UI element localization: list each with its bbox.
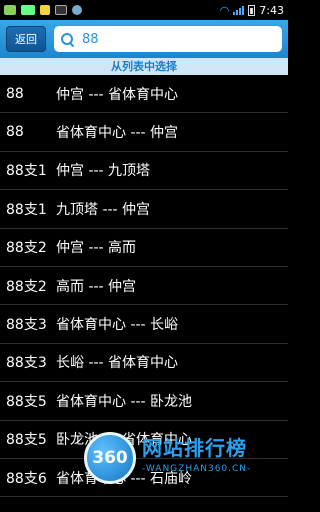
route-direction: 省体育中心 --- 石庙岭 [56, 470, 193, 487]
status-bar: ◠ 7:43 [0, 0, 288, 20]
route-number: 88支1 [6, 163, 47, 180]
list-item[interactable]: 88支2 高而 --- 仲宫 [0, 267, 288, 306]
toolbar: 返回 [0, 20, 288, 58]
search-input[interactable] [82, 31, 262, 47]
clock: 7:43 [259, 3, 284, 17]
list-item[interactable]: 88支3 长峪 --- 省体育中心 [0, 344, 288, 383]
battery-app-icon [21, 5, 35, 15]
list-item[interactable]: 88 省体育中心 --- 仲宫 [0, 113, 288, 152]
route-number: 88支3 [6, 317, 47, 334]
search-icon [60, 32, 74, 46]
list-item[interactable]: 88支5 省体育中心 --- 卧龙池 [0, 382, 288, 421]
list-item[interactable]: 88支5 卧龙池 --- 省体育中心 [0, 421, 288, 459]
route-direction: 长峪 --- 省体育中心 [56, 355, 179, 372]
notification-icon [4, 5, 16, 15]
list-item[interactable]: 88支3 省体育中心 --- 长峪 [0, 305, 288, 344]
screenshot-icon [55, 5, 67, 15]
route-direction: 仲宫 --- 省体育中心 [56, 86, 179, 103]
back-button[interactable]: 返回 [6, 26, 46, 52]
route-direction: 九顶塔 --- 仲宫 [56, 201, 151, 218]
route-direction: 仲宫 --- 九顶塔 [56, 163, 151, 180]
route-number: 88 [6, 124, 24, 141]
list-item[interactable]: 88支1 仲宫 --- 九顶塔 [0, 152, 288, 191]
route-direction: 省体育中心 --- 仲宫 [56, 125, 179, 142]
route-number: 88支6 [6, 470, 47, 487]
battery-icon [248, 4, 256, 16]
route-list: 88 仲宫 --- 省体育中心 88 省体育中心 --- 仲宫 88支1 仲宫 --- 九… [0, 75, 288, 512]
route-direction: 省体育中心 --- 卧龙池 [56, 393, 193, 410]
route-number: 88 [6, 85, 24, 102]
list-item[interactable]: 88支6 省体育中心 --- 石庙岭 [0, 459, 288, 498]
route-number: 88支1 [6, 201, 47, 218]
route-direction: 高而 --- 仲宫 [56, 278, 137, 295]
list-item[interactable]: 88支1 九顶塔 --- 仲宫 [0, 190, 288, 229]
route-direction: 仲宫 --- 高而 [56, 240, 137, 257]
folder-icon [40, 5, 50, 15]
app-icon [72, 5, 82, 15]
route-direction: 卧龙池 --- 省体育中心 [56, 432, 193, 449]
search-box[interactable] [54, 26, 282, 52]
wifi-icon: ◠ [219, 3, 230, 17]
list-item[interactable]: 88支2 仲宫 --- 高而 [0, 229, 288, 267]
route-number: 88支5 [6, 393, 47, 410]
list-item[interactable]: 88 仲宫 --- 省体育中心 [0, 75, 288, 114]
route-number: 88支2 [6, 278, 47, 295]
route-number: 88支5 [6, 432, 47, 449]
route-number: 88支3 [6, 355, 47, 372]
route-number: 88支2 [6, 240, 47, 257]
signal-icon [233, 5, 245, 15]
route-direction: 省体育中心 --- 长峪 [56, 317, 179, 334]
list-header: 从列表中选择 [0, 58, 288, 75]
